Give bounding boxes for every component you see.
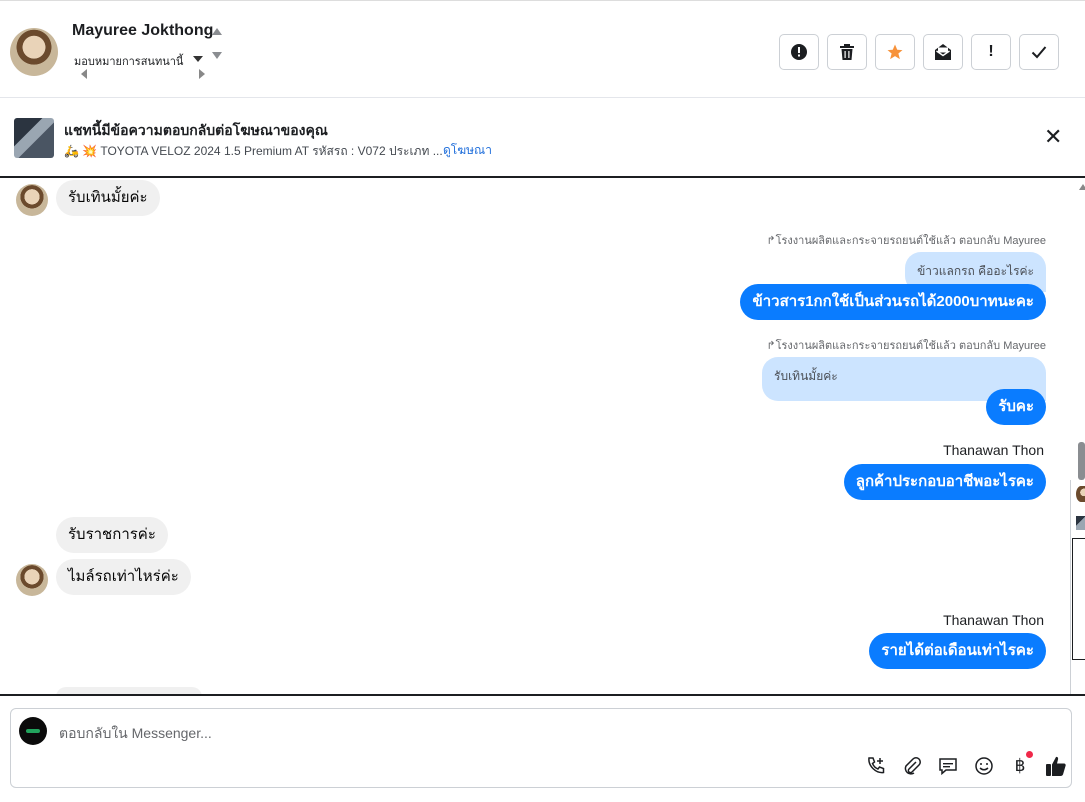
outgoing-message[interactable]: รายได้ต่อเดือนเท่าไรคะ <box>869 633 1046 669</box>
scroll-left-icon[interactable] <box>81 69 87 79</box>
saved-reply-icon[interactable] <box>937 755 959 777</box>
side-panel-edge <box>1070 480 1085 694</box>
ad-reply-banner: แชทนี้มีข้อความตอบกลับต่อโฆษณาของคุณ 🛵 💥… <box>0 98 1085 178</box>
contact-avatar-small <box>16 564 48 596</box>
message-composer: ฿ <box>10 708 1072 788</box>
composer-toolbar: ฿ <box>865 751 1067 777</box>
star-icon <box>887 44 903 60</box>
ad-thumbnail[interactable] <box>14 118 54 158</box>
trash-icon <box>840 44 854 60</box>
outgoing-message[interactable]: รับคะ <box>986 389 1046 425</box>
side-contact-avatar[interactable] <box>1076 486 1085 502</box>
alert-circle-icon <box>791 44 807 60</box>
done-button[interactable] <box>1019 34 1059 70</box>
notification-dot <box>1026 751 1033 758</box>
view-ad-link[interactable]: ดูโฆษณา <box>443 141 492 160</box>
scroll-up-icon[interactable] <box>1079 184 1085 190</box>
incoming-message[interactable]: รับเทินมั้ยค่ะ <box>56 180 160 216</box>
check-icon <box>1031 46 1047 59</box>
ad-banner-subtitle: 🛵 💥 TOYOTA VELOZ 2024 1.5 Premium AT รหั… <box>64 144 443 158</box>
star-button[interactable] <box>875 34 915 70</box>
sender-name: Thanawan Thon <box>943 442 1044 458</box>
sender-name: Thanawan Thon <box>943 612 1044 628</box>
reply-context: ↱โรงงานผลิตและกระจายรถยนต์ใช้แล้ว ตอบกลั… <box>766 340 1046 352</box>
caret-down-icon[interactable] <box>212 52 222 59</box>
chevron-down-icon[interactable] <box>193 56 203 62</box>
scroll-right-icon[interactable] <box>199 69 205 79</box>
side-ad-thumbnail[interactable] <box>1076 516 1085 530</box>
baht-payment-icon[interactable]: ฿ <box>1009 751 1033 777</box>
incoming-message[interactable] <box>56 687 202 694</box>
follow-up-button[interactable]: ! <box>971 34 1011 70</box>
ad-banner-title: แชทนี้มีข้อความตอบกลับต่อโฆษณาของคุณ <box>64 122 328 138</box>
conversation-header: Mayuree Jokthong มอบหมายการสนทนานี้ ! <box>0 0 1085 98</box>
attachment-icon[interactable] <box>901 755 923 777</box>
scrollbar-thumb[interactable] <box>1078 442 1085 480</box>
side-panel-box <box>1072 538 1085 660</box>
phone-plus-icon[interactable] <box>865 755 887 777</box>
exclamation-icon: ! <box>988 43 994 60</box>
mail-open-icon <box>935 44 951 60</box>
composer-divider <box>0 694 1085 696</box>
contact-name[interactable]: Mayuree Jokthong <box>72 22 213 40</box>
thumbs-up-icon[interactable] <box>1045 755 1067 777</box>
incoming-message[interactable]: ไมล์รถเท่าไหร่ค่ะ <box>56 559 191 595</box>
spam-button[interactable] <box>779 34 819 70</box>
emoji-icon[interactable] <box>973 755 995 777</box>
unread-button[interactable] <box>923 34 963 70</box>
incoming-message[interactable]: รับราชการค่ะ <box>56 517 168 553</box>
contact-avatar[interactable] <box>10 28 58 76</box>
close-icon[interactable]: ✕ <box>1044 126 1062 148</box>
contact-avatar-small <box>16 184 48 216</box>
reply-input[interactable] <box>59 723 759 743</box>
message-thread[interactable]: รับเทินมั้ยค่ะ ↱โรงงานผลิตและกระจายรถยนต… <box>0 180 1072 694</box>
outgoing-message[interactable]: ลูกค้าประกอบอาชีพอะไรคะ <box>843 464 1046 500</box>
reply-arrow-icon: ↱ <box>766 235 776 247</box>
caret-up-icon[interactable] <box>212 28 222 35</box>
outgoing-message[interactable]: ข้าวสาร1กกใช้เป็นส่วนรถได้2000บาทนะคะ <box>740 284 1046 320</box>
reply-context: ↱โรงงานผลิตและกระจายรถยนต์ใช้แล้ว ตอบกลั… <box>766 235 1046 247</box>
page-avatar <box>19 717 47 745</box>
reply-arrow-icon: ↱ <box>766 340 776 352</box>
horizontal-scrollbar[interactable] <box>78 68 208 80</box>
delete-button[interactable] <box>827 34 867 70</box>
header-actions: ! <box>779 34 1059 70</box>
